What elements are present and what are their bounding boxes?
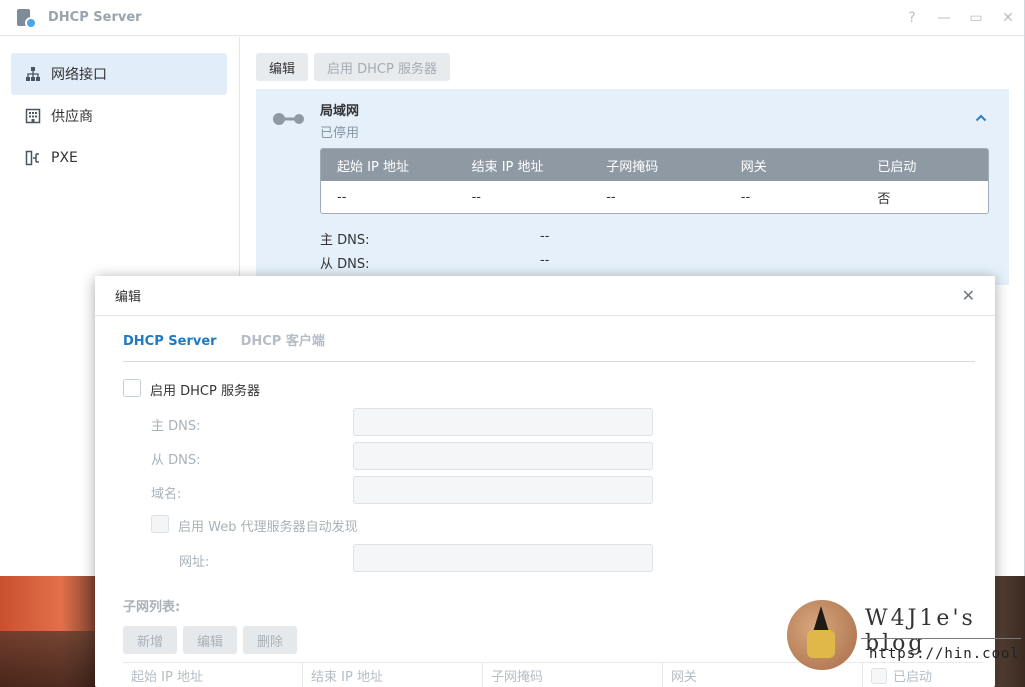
sidebar-item-label: 网络接口 [51, 67, 107, 83]
lan-status: 已停用 [320, 126, 360, 141]
dialog-header: 编辑 ✕ [95, 276, 995, 316]
enable-dhcp-label: 启用 DHCP 服务器 [150, 384, 260, 399]
window-title: DHCP Server [48, 10, 142, 25]
secondary-dns-input[interactable] [353, 442, 653, 470]
dialog-tabs: DHCP Server DHCP 客户端 [123, 332, 975, 362]
building-icon [25, 108, 41, 124]
network-icon [25, 66, 41, 82]
secondary-dns-field-label: 从 DNS: [151, 453, 201, 468]
column-subnet-mask: 子网掩码 [483, 663, 663, 687]
primary-dns-value: -- [540, 229, 550, 244]
cell-end-ip: -- [471, 189, 481, 205]
table-row[interactable]: -- -- -- -- 否 [321, 181, 988, 213]
tab-dhcp-server[interactable]: DHCP Server [123, 332, 217, 362]
column-gateway: 网关 [740, 159, 767, 175]
subnet-list-title: 子网列表: [123, 600, 181, 615]
watermark-divider [861, 638, 1021, 639]
domain-field-label: 域名: [151, 487, 182, 502]
minimize-icon[interactable]: — [928, 10, 960, 26]
enable-dhcp-button[interactable]: 启用 DHCP 服务器 [314, 53, 450, 81]
table-header: 起始 IP 地址 结束 IP 地址 子网掩码 网关 已启动 [321, 149, 988, 181]
help-icon[interactable]: ? [896, 10, 928, 26]
lan-connector-icon [273, 113, 304, 125]
lan-title: 局域网 [320, 104, 360, 119]
close-icon[interactable]: ✕ [962, 286, 975, 305]
secondary-dns-value: -- [540, 253, 550, 268]
dialog-title: 编辑 [115, 290, 142, 305]
primary-dns-input[interactable] [353, 408, 653, 436]
enable-dhcp-checkbox[interactable] [123, 379, 141, 397]
url-field-label: 网址: [179, 555, 210, 570]
add-subnet-button[interactable]: 新增 [123, 626, 178, 654]
primary-dns-field-label: 主 DNS: [151, 419, 201, 434]
lan-range-table: 起始 IP 地址 结束 IP 地址 子网掩码 网关 已启动 -- -- -- -… [320, 148, 989, 214]
domain-input[interactable] [353, 476, 653, 504]
cell-start-ip: -- [337, 189, 347, 205]
dhcp-app-icon [16, 7, 38, 29]
chevron-up-icon[interactable] [975, 111, 987, 126]
primary-dns-label: 主 DNS: [320, 233, 370, 248]
column-start-ip: 起始 IP 地址 [123, 663, 303, 687]
cell-gateway: -- [740, 189, 751, 205]
column-subnet-mask: 子网掩码 [606, 159, 659, 175]
url-input[interactable] [353, 544, 653, 572]
delete-subnet-button[interactable]: 删除 [243, 626, 298, 654]
lan-panel[interactable]: 局域网 已停用 起始 IP 地址 结束 IP 地址 子网掩码 网关 已启动 --… [256, 89, 1009, 285]
cell-subnet-mask: -- [606, 189, 616, 205]
sidebar-item-pxe[interactable]: PXE [11, 137, 227, 179]
wallpaper-shade [0, 631, 95, 687]
edit-button[interactable]: 编辑 [256, 53, 309, 81]
sidebar-item-network-interface[interactable]: 网络接口 [11, 53, 227, 95]
window-controls: ? — ▭ ✕ [896, 10, 1024, 26]
column-enabled: 已启动 [877, 159, 917, 175]
secondary-dns-label: 从 DNS: [320, 257, 370, 272]
web-proxy-label: 启用 Web 代理服务器自动发现 [178, 520, 358, 535]
sidebar-item-label: 供应商 [51, 109, 93, 125]
sidebar-item-label: PXE [51, 150, 78, 166]
sidebar-item-vendor[interactable]: 供应商 [11, 95, 227, 137]
edit-subnet-button[interactable]: 编辑 [183, 626, 238, 654]
blog-watermark: W4J1e's blog https://hin.cool [787, 600, 1025, 687]
title-bar: DHCP Server ? — ▭ ✕ [0, 0, 1024, 36]
tab-dhcp-client[interactable]: DHCP 客户端 [241, 332, 325, 362]
avatar [787, 600, 857, 670]
column-end-ip: 结束 IP 地址 [471, 159, 544, 175]
toolbar: 编辑 启用 DHCP 服务器 [256, 53, 456, 81]
web-proxy-checkbox[interactable] [151, 515, 169, 533]
column-end-ip: 结束 IP 地址 [303, 663, 483, 687]
pxe-icon [25, 150, 41, 166]
watermark-url: https://hin.cool [869, 646, 1020, 662]
column-start-ip: 起始 IP 地址 [337, 159, 409, 175]
maximize-icon[interactable]: ▭ [960, 10, 992, 26]
close-window-icon[interactable]: ✕ [992, 10, 1024, 26]
cell-enabled: 否 [877, 191, 891, 207]
